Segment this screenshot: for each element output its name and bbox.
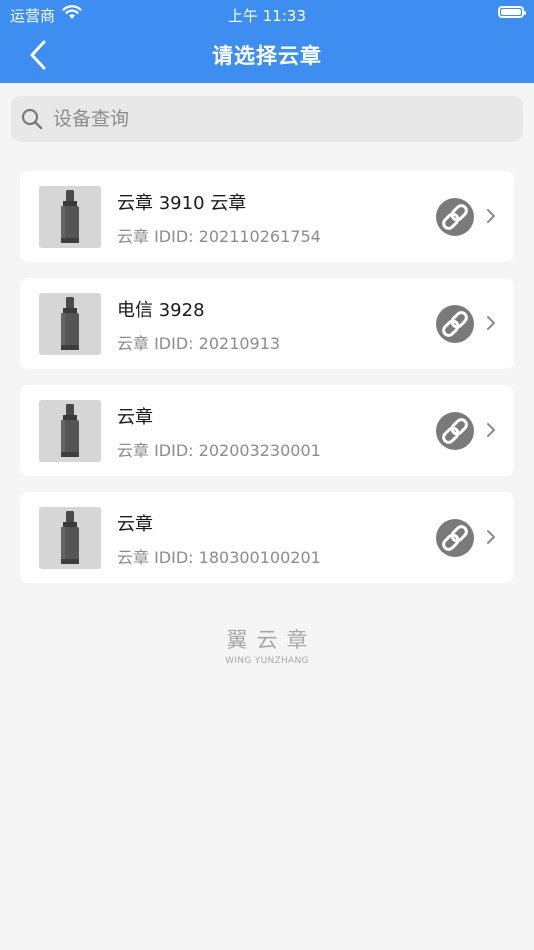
device-card[interactable]: 云章 3910 云章 云章 IDID: 202110261754 xyxy=(20,171,514,262)
device-thumbnail xyxy=(39,507,101,569)
link-icon[interactable] xyxy=(436,519,474,557)
device-name: 云章 3910 云章 xyxy=(117,193,247,214)
device-id-label: 云章 IDID: xyxy=(117,441,194,460)
device-id-label: 云章 IDID: xyxy=(117,334,194,353)
device-id-value: 202003230001 xyxy=(198,441,321,460)
device-id: 云章 IDID: 20210913 xyxy=(117,330,280,354)
link-icon[interactable] xyxy=(436,198,474,236)
brand-logo-subtext: WING YUNZHANG xyxy=(225,656,309,666)
link-icon[interactable] xyxy=(436,412,474,450)
search-bar[interactable] xyxy=(11,96,523,142)
device-id: 云章 IDID: 180300100201 xyxy=(117,544,321,568)
device-id: 云章 IDID: 202110261754 xyxy=(117,223,321,247)
device-card[interactable]: 电信 3928 云章 IDID: 20210913 xyxy=(20,278,514,369)
device-id-label: 云章 IDID: xyxy=(117,227,194,246)
search-input[interactable] xyxy=(51,107,495,131)
device-id-value: 20210913 xyxy=(198,334,281,353)
search-icon xyxy=(21,108,43,130)
top-navigation-bar: 运营商 上午 11:33 请选择云章 xyxy=(0,0,534,83)
device-thumbnail xyxy=(39,293,101,355)
chevron-right-icon xyxy=(487,209,495,223)
device-name: 电信 3928 xyxy=(117,300,205,321)
chevron-right-icon xyxy=(487,423,495,437)
device-id-label: 云章 IDID: xyxy=(117,548,194,567)
device-name: 云章 xyxy=(117,514,153,535)
chevron-right-icon xyxy=(487,530,495,544)
battery-icon xyxy=(498,6,526,18)
device-id-value: 180300100201 xyxy=(198,548,321,567)
device-id: 云章 IDID: 202003230001 xyxy=(117,437,321,461)
clock: 上午 11:33 xyxy=(228,7,306,25)
status-bar: 运营商 上午 11:33 xyxy=(0,0,534,28)
device-id-value: 202110261754 xyxy=(198,227,321,246)
page-title: 请选择云章 xyxy=(212,44,322,68)
link-icon[interactable] xyxy=(436,305,474,343)
footer-brand: 翼云章 WING YUNZHANG xyxy=(0,624,534,666)
brand-logo-text: 翼云章 xyxy=(226,628,317,652)
device-thumbnail xyxy=(39,186,101,248)
device-card[interactable]: 云章云章 IDID: 180300100201 xyxy=(20,492,514,583)
device-card[interactable]: 云章云章 IDID: 202003230001 xyxy=(20,385,514,476)
device-name: 云章 xyxy=(117,407,153,428)
chevron-right-icon xyxy=(487,316,495,330)
device-thumbnail xyxy=(39,400,101,462)
